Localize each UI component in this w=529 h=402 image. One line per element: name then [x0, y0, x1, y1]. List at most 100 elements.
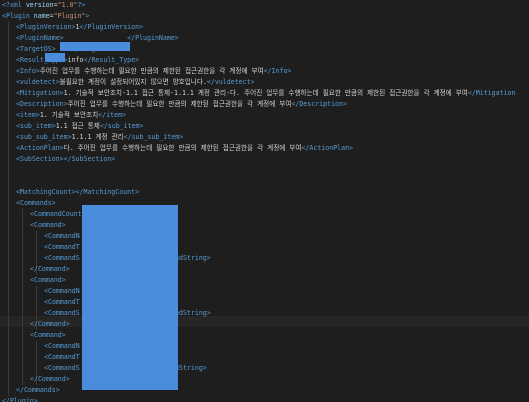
code-token: 1.1.1 계정 관리 — [71, 133, 124, 141]
code-line[interactable]: </Command> — [0, 374, 529, 385]
code-token: <Description> — [16, 100, 68, 108]
code-line[interactable]: <CommandN — [0, 286, 529, 297]
code-line[interactable]: <CommandCount — [0, 209, 529, 220]
code-token: <CommandS — [44, 364, 80, 372]
code-line[interactable]: <?xml version="1.0"?> — [0, 0, 529, 11]
code-token: <CommandS — [44, 309, 80, 317]
code-token: > — [85, 12, 90, 20]
code-token: </Mitigation — [467, 89, 516, 97]
code-line[interactable]: <CommandS andString> — [0, 363, 529, 374]
code-line[interactable]: <CommandT — [0, 242, 529, 253]
code-token: </Description> — [291, 100, 347, 108]
code-line[interactable]: </Plugin> — [0, 396, 529, 402]
code-token: 1.1 접근 통제 — [55, 122, 100, 130]
redaction-plugin-name — [60, 42, 130, 51]
code-line[interactable]: <item>1. 기술적 보안조치</item> — [0, 110, 529, 121]
code-token: </sub_sub_item> — [123, 133, 184, 141]
code-token: <Command> — [30, 276, 66, 284]
code-line[interactable]: <CommandS mandString> — [0, 308, 529, 319]
code-token: <SubSection> — [16, 155, 64, 163]
code-token: </PluginName> — [127, 34, 179, 42]
code-token: </Plugin> — [2, 397, 38, 402]
code-token: <?xml — [2, 1, 26, 9]
code-token: 주어진 업무를 수행하는데 필요한 만큼의 제한된 접근권한을 각 계정에 부여 — [67, 100, 292, 108]
code-token: "1.0" — [57, 1, 78, 9]
code-token: </Info> — [263, 67, 292, 75]
code-token: <CommandN — [44, 287, 80, 295]
code-token: <TargetOS> — [16, 45, 56, 53]
code-token: ?> — [77, 1, 86, 9]
code-token: </Command> — [30, 375, 70, 383]
code-token: <CommandN — [44, 342, 80, 350]
code-editor[interactable]: <?xml version="1.0"?> <Plugin name="Plugi… — [0, 0, 529, 402]
code-token: "Plugin" — [53, 12, 86, 20]
code-line[interactable]: <Plugin name="Plugin"> — [0, 11, 529, 22]
code-line[interactable]: <CommandS mandString> — [0, 253, 529, 264]
code-line[interactable]: <PluginVersion>1</PluginVersion> — [0, 22, 529, 33]
code-line[interactable]: <Commands> — [0, 198, 529, 209]
code-token: </MatchingCount> — [75, 188, 140, 196]
code-line[interactable]: </Command> — [0, 319, 529, 330]
code-token: </Result_Type> — [83, 56, 140, 64]
code-line[interactable]: <Command> — [0, 220, 529, 231]
code-token: </item> — [98, 111, 126, 119]
redaction-commands-block — [82, 205, 178, 390]
code-line[interactable]: <Description>주어진 업무를 수행하는데 필요한 만큼의 제한된 접… — [0, 99, 529, 110]
code-token: </Commands> — [16, 386, 60, 394]
code-token: <CommandS — [44, 254, 80, 262]
code-token: <Command> — [30, 221, 66, 229]
code-token: <Plugin — [2, 12, 34, 20]
code-token: <CommandN — [44, 232, 80, 240]
code-token: name — [33, 12, 50, 20]
code-token: <CommandT — [44, 243, 80, 251]
code-token: <vuldetect> — [16, 78, 60, 86]
code-token: </Command> — [30, 320, 70, 328]
code-line[interactable]: <CommandT — [0, 297, 529, 308]
code-token: <CommandCount — [30, 210, 82, 218]
code-line[interactable]: <CommandN — [0, 341, 529, 352]
redaction-target-os — [45, 53, 65, 62]
code-token: version — [25, 1, 54, 9]
code-line[interactable]: <MatchingCount></MatchingCount> — [0, 187, 529, 198]
code-token: <Info> — [16, 67, 40, 75]
code-token: </PluginVersion> — [79, 23, 144, 31]
code-line[interactable]: <vuldetect>불필요한 계정이 설정되어있지 않으면 양호입니다.</v… — [0, 77, 529, 88]
code-line[interactable]: <sub_item>1.1 접근 통제</sub_item> — [0, 121, 529, 132]
code-token: <CommandT — [44, 353, 80, 361]
code-line[interactable]: <Command> — [0, 330, 529, 341]
code-line[interactable]: <Command> — [0, 275, 529, 286]
code-token: 주어진 업무를 수행하는데 필요한 만큼의 제한된 접근권한을 각 계정에 부여 — [39, 67, 264, 75]
code-line[interactable] — [0, 176, 529, 187]
code-token: <Commands> — [16, 199, 56, 207]
code-token: <PluginVersion> — [16, 23, 76, 31]
code-line[interactable] — [0, 165, 529, 176]
code-token: <ActionPlan> — [16, 144, 64, 152]
code-token: 불필요한 계정이 설정되어있지 않으면 양호입니다. — [59, 78, 207, 86]
code-line[interactable]: <CommandN — [0, 231, 529, 242]
code-line[interactable]: <SubSection></SubSection> — [0, 154, 529, 165]
code-line[interactable]: <CommandT — [0, 352, 529, 363]
code-token: </Command> — [30, 265, 70, 273]
code-token: <PluginName> — [16, 34, 64, 42]
code-token: <sub_sub_item> — [16, 133, 72, 141]
code-token: </sub_item> — [99, 122, 144, 130]
code-line[interactable]: <Result_Type>info</Result_Type> — [0, 55, 529, 66]
code-token: <MatchingCount> — [16, 188, 76, 196]
code-line[interactable]: <Mitigation>1. 기술적 보안조치-1.1 접근 통제-1.1.1 … — [0, 88, 529, 99]
code-line[interactable]: <ActionPlan>다. 주어진 업무를 수행하는데 필요한 만큼의 제한된… — [0, 143, 529, 154]
code-token: 1. 기술적 보안조치 — [39, 111, 99, 119]
code-line[interactable]: <sub_sub_item>1.1.1 계정 관리</sub_sub_item> — [0, 132, 529, 143]
code-token: <Mitigation> — [16, 89, 64, 97]
code-token: 1. 기술적 보안조치-1.1 접근 통제-1.1.1 계정 관리-다. 주어진… — [63, 89, 468, 97]
code-token: <sub_item> — [16, 122, 56, 130]
code-line[interactable]: </Commands> — [0, 385, 529, 396]
code-token: </vuldetect> — [206, 78, 255, 86]
code-token: </SubSection> — [63, 155, 116, 163]
code-token: 다. 주어진 업무를 수행하는데 필요한 만큼의 제한된 접근권한을 각 계정에… — [63, 144, 302, 152]
code-line[interactable]: </Command> — [0, 264, 529, 275]
code-token: <CommandT — [44, 298, 80, 306]
code-token: </ActionPlan> — [301, 144, 354, 152]
code-line[interactable]: <Info>주어진 업무를 수행하는데 필요한 만큼의 제한된 접근권한을 각 … — [0, 66, 529, 77]
code-token: <item> — [16, 111, 40, 119]
